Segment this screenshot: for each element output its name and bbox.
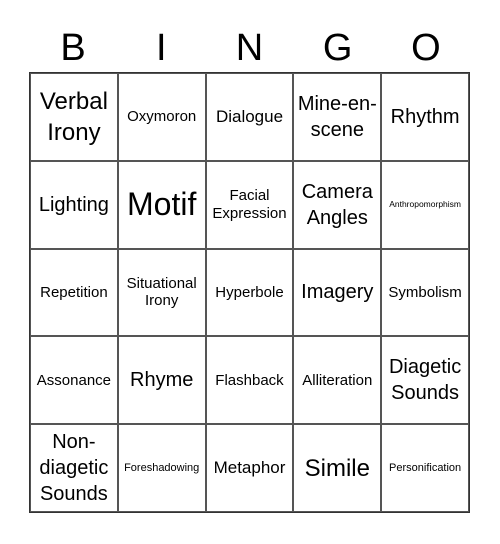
bingo-cell[interactable]: Rhythm (381, 73, 469, 161)
bingo-cell[interactable]: Hyperbole (205, 248, 294, 337)
bingo-cell[interactable]: Motif (117, 160, 206, 249)
bingo-header: B I N G O (29, 24, 470, 72)
bingo-cell[interactable]: Verbal Irony (30, 73, 118, 161)
header-letter-n: N (235, 27, 264, 69)
bingo-cell[interactable]: Mine-en-scene (293, 73, 382, 161)
bingo-cell[interactable]: Imagery (293, 248, 382, 337)
bingo-cell[interactable]: Dialogue (205, 73, 294, 161)
bingo-cell[interactable]: Non-diagetic Sounds (30, 424, 118, 512)
header-letter-g: G (322, 27, 353, 69)
header-letter-o: O (411, 27, 441, 69)
bingo-cell[interactable]: Metaphor (205, 424, 294, 512)
bingo-cell[interactable]: Anthropomorphism (381, 160, 469, 249)
bingo-cell[interactable]: Rhyme (117, 336, 206, 425)
bingo-cell[interactable]: Assonance (30, 336, 118, 425)
bingo-cell[interactable]: Flashback (205, 336, 294, 425)
bingo-cell[interactable]: Camera Angles (293, 160, 382, 249)
bingo-cell[interactable]: Alliteration (293, 336, 382, 425)
bingo-cell[interactable]: Simile (293, 424, 382, 512)
bingo-cell[interactable]: Facial Expression (205, 160, 294, 249)
bingo-cell[interactable]: Repetition (30, 248, 118, 337)
bingo-grid: Verbal Irony Oxymoron Dialogue Mine-en-s… (29, 72, 470, 513)
bingo-cell[interactable]: Personification (381, 424, 469, 512)
bingo-cell[interactable]: Symbolism (381, 248, 469, 337)
header-letter-i: I (156, 27, 167, 69)
bingo-cell[interactable]: Foreshadowing (117, 424, 206, 512)
bingo-cell[interactable]: Lighting (30, 160, 118, 249)
bingo-cell[interactable]: Diagetic Sounds (381, 336, 469, 425)
header-letter-b: B (60, 27, 86, 69)
bingo-cell[interactable]: Oxymoron (117, 73, 206, 161)
bingo-cell[interactable]: Situational Irony (117, 248, 206, 337)
